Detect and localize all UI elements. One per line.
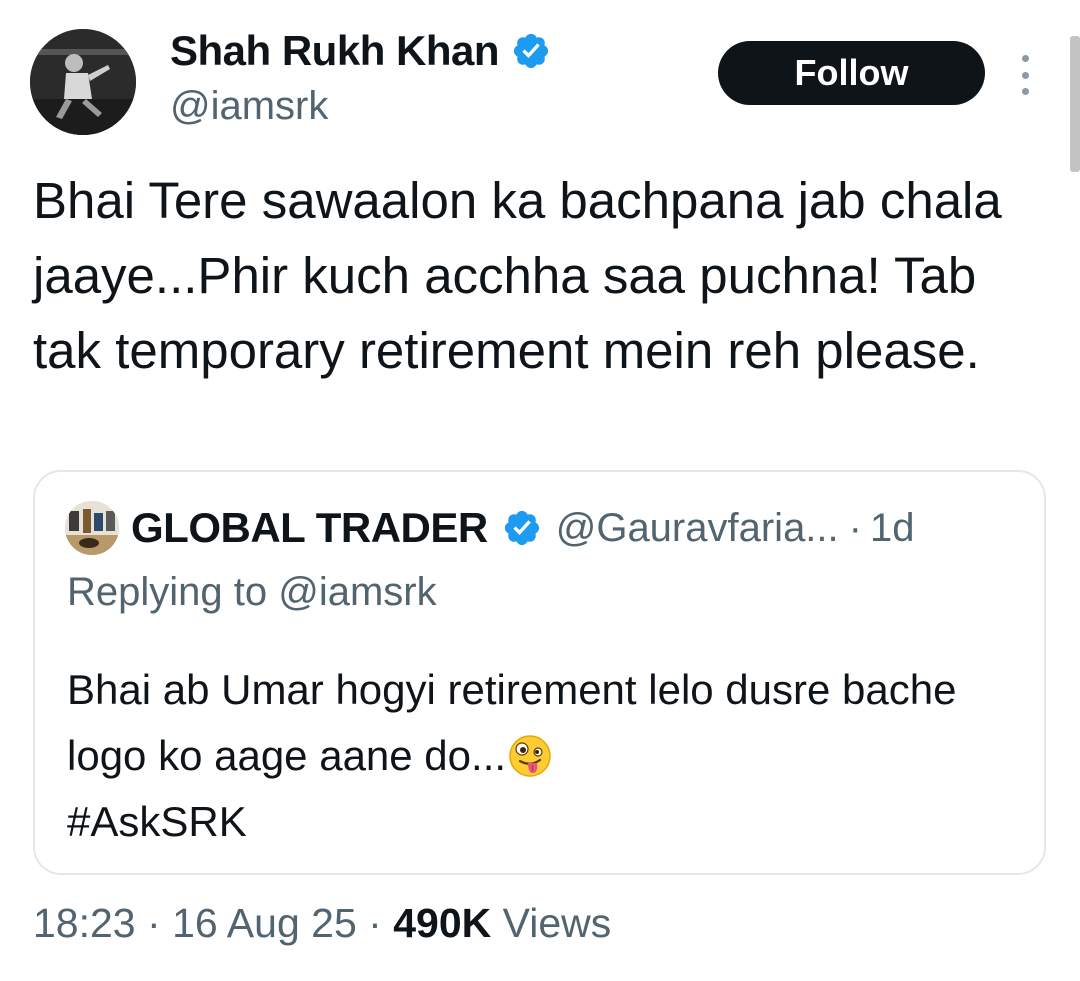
replying-prefix: Replying to xyxy=(67,570,279,614)
quoted-hashtag[interactable]: #AskSRK xyxy=(67,798,247,845)
verified-badge-icon xyxy=(513,33,549,69)
views-count[interactable]: 490K xyxy=(393,900,491,946)
replying-to: Replying to @iamsrk xyxy=(67,570,437,615)
author-name-row: Shah Rukh Khan xyxy=(170,26,551,76)
more-dot xyxy=(1021,88,1029,95)
quoted-tweet-card[interactable]: GLOBAL TRADER @Gauravfaria... · 1d Reply… xyxy=(33,470,1046,875)
more-dot xyxy=(1021,55,1029,62)
more-dot xyxy=(1021,71,1029,79)
views-label: Views xyxy=(502,900,612,946)
zany-face-emoji-icon xyxy=(509,735,551,777)
meta-separator: · xyxy=(368,900,382,946)
meta-separator: · xyxy=(147,900,161,946)
tweet-date[interactable]: 16 Aug 25 xyxy=(172,900,357,946)
follow-button[interactable]: Follow xyxy=(718,41,985,105)
quoted-tweet-text: Bhai ab Umar hogyi retirement lelo dusre… xyxy=(67,657,1007,855)
author-name[interactable]: Shah Rukh Khan xyxy=(170,27,500,75)
verified-badge-icon xyxy=(504,510,539,546)
header-separator: · xyxy=(848,505,862,550)
author-handle[interactable]: @iamsrk xyxy=(170,84,328,129)
tweet-time[interactable]: 18:23 xyxy=(33,900,136,946)
quoted-author-avatar[interactable] xyxy=(65,501,119,555)
tweet-text: Bhai Tere sawaalon ka bachpana jab chala… xyxy=(33,172,1002,379)
more-vertical-icon[interactable] xyxy=(1012,55,1038,95)
scrollbar-thumb[interactable] xyxy=(1070,36,1080,172)
tweet-meta: 18:23 · 16 Aug 25 · 490K Views xyxy=(33,900,611,947)
author-avatar[interactable] xyxy=(30,29,136,135)
quoted-tweet-header: GLOBAL TRADER @Gauravfaria... · 1d xyxy=(65,500,914,556)
quoted-timestamp[interactable]: 1d xyxy=(870,506,915,551)
quoted-author-name[interactable]: GLOBAL TRADER xyxy=(131,504,488,552)
replying-mention[interactable]: @iamsrk xyxy=(278,570,436,614)
quoted-avatar-photo xyxy=(65,501,119,555)
quoted-author-handle[interactable]: @Gauravfaria... xyxy=(556,506,839,551)
avatar-photo xyxy=(30,29,136,135)
